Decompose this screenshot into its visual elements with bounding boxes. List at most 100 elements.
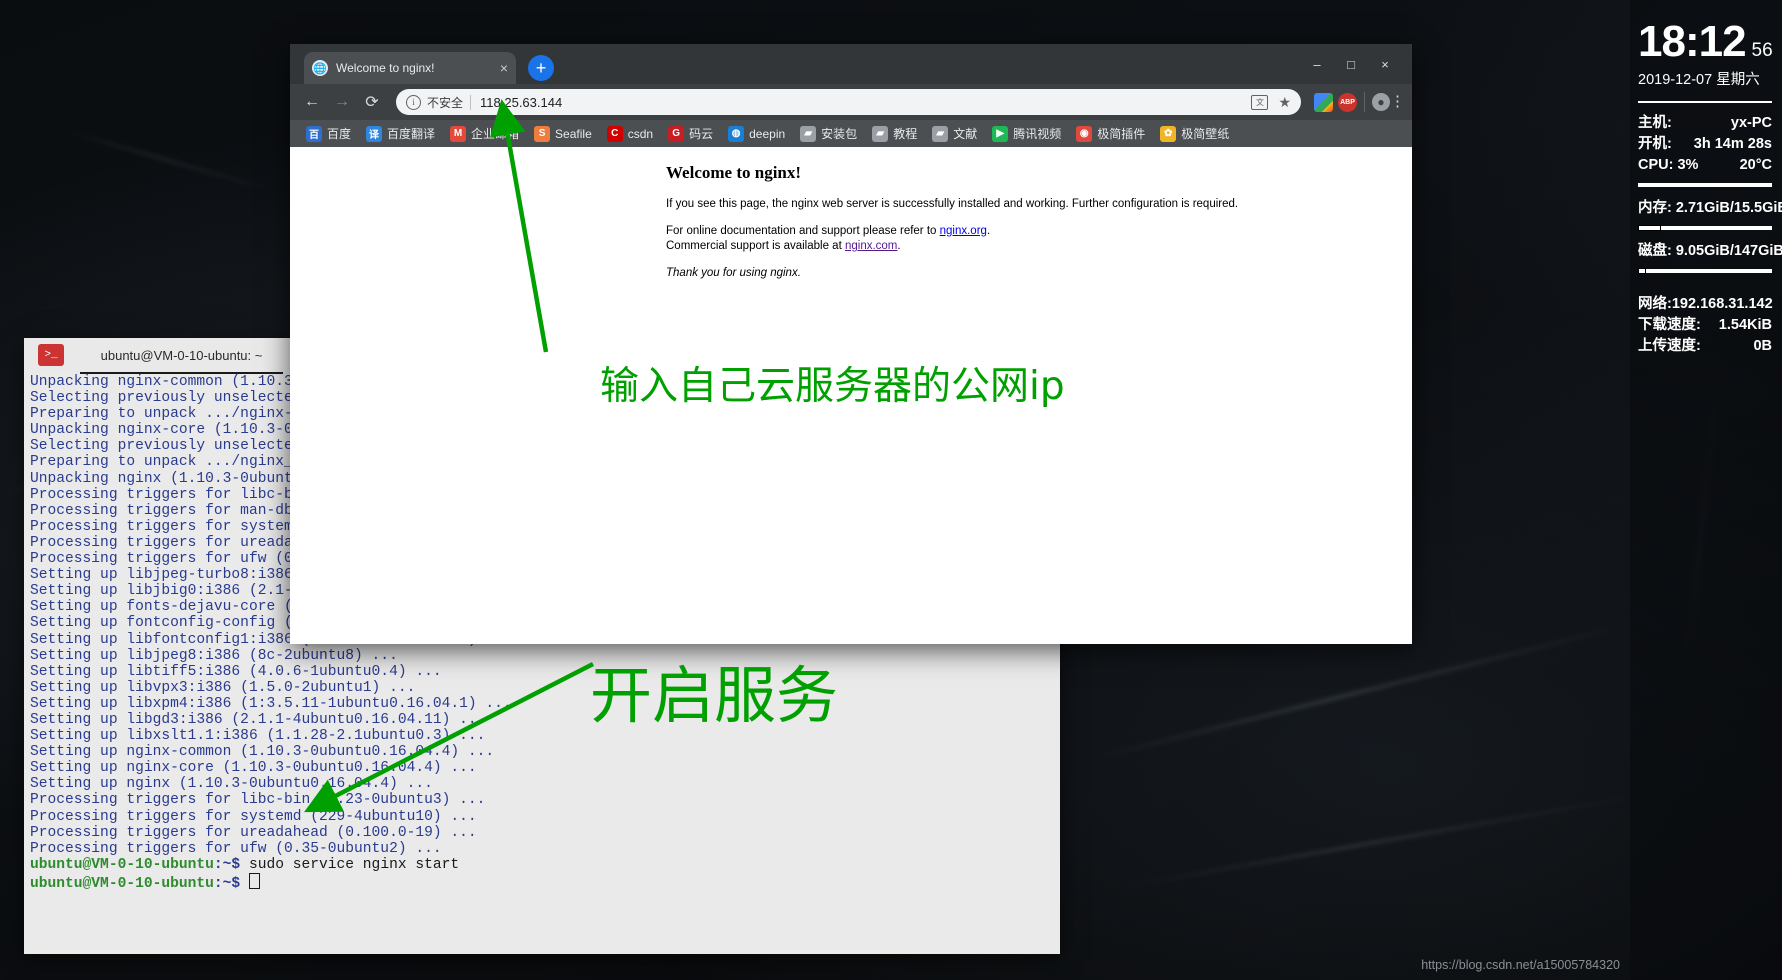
bookmark-item[interactable]: ◉ 极简插件 (1070, 123, 1151, 144)
info-icon[interactable]: i (406, 94, 421, 110)
gitee-icon: G (668, 125, 685, 142)
system-info-panel: 18:12 56 2019-12-07 星期六 主机: yx-PC 开机: 3h… (1630, 0, 1782, 980)
cpu-bar (1638, 183, 1772, 187)
bookmark-label: 安装包 (821, 127, 858, 141)
reload-button[interactable]: ⟳ (358, 88, 386, 116)
deepin-icon: ◍ (728, 125, 745, 142)
host-label: 主机: (1638, 115, 1672, 131)
terminal-line: Processing triggers for ufw (0.35-0ubunt… (30, 840, 442, 857)
prompt-user: ubuntu@VM-0-10-ubuntu (30, 875, 214, 892)
prompt-user: ubuntu@VM-0-10-ubuntu (30, 856, 214, 873)
browser-tab[interactable]: 🌐 Welcome to nginx! × (304, 52, 516, 84)
clock: 18:12 56 (1638, 20, 1773, 64)
prompt-path: :~$ (213, 875, 249, 892)
new-tab-button[interactable]: + (528, 55, 554, 81)
bookmark-item[interactable]: 百百度 (300, 123, 357, 144)
bookmark-item[interactable]: ◍ deepin (722, 124, 791, 144)
bookmark-item[interactable]: ▰ 文献 (926, 123, 983, 144)
close-icon[interactable]: × (500, 61, 508, 75)
bookmark-label: 文献 (953, 127, 978, 141)
nginx-com-link[interactable]: nginx.com (845, 240, 897, 252)
translate-icon[interactable]: 文 (1251, 94, 1269, 110)
terminal-command-line: ubuntu@VM-0-10-ubuntu:~$ sudo service ng… (30, 857, 1060, 873)
disk-text: 磁盘: 9.05GiB/147GiB (1638, 243, 1782, 259)
bookmark-item[interactable]: M 企业邮箱 (444, 123, 525, 144)
security-label: 不安全 (427, 95, 464, 110)
terminal-tab[interactable]: ubuntu@VM-0-10-ubuntu: ~ (80, 338, 283, 374)
download-label: 下载速度: (1638, 317, 1701, 333)
browser-toolbar: ← → ⟳ i 不安全 118.25.63.144 文 ★ ABP ● ⋮ (290, 84, 1412, 120)
seafile-icon: S (534, 125, 551, 142)
url-text[interactable]: 118.25.63.144 (480, 95, 562, 110)
page-title: Welcome to nginx! (666, 163, 802, 182)
address-bar[interactable]: i 不安全 118.25.63.144 文 ★ (396, 89, 1301, 115)
minimize-button[interactable]: ‒ (1300, 44, 1334, 84)
upload-label: 上传速度: (1638, 338, 1701, 354)
terminal-line: Processing triggers for ureadahead (0.10… (30, 824, 477, 841)
folder-icon: ▰ (932, 125, 949, 142)
bookmark-label: 腾讯视频 (1013, 127, 1062, 141)
bookmark-item[interactable]: ▰ 教程 (866, 123, 923, 144)
bookmark-label: 极简壁纸 (1181, 127, 1230, 141)
divider (1364, 92, 1365, 112)
bookmarks-bar: 百百度译百度翻译 M 企业邮箱 S Seafile Ccsdn G 码云 ◍ deepin ▰ 安装包… (290, 120, 1412, 147)
bookmark-label: 百度翻译 (387, 127, 436, 141)
cpu-label: CPU: 3% (1638, 157, 1699, 173)
terminal-icon: >_ (38, 344, 64, 366)
download-row: 下载速度: 1.54KiB (1638, 315, 1772, 336)
back-button[interactable]: ← (298, 88, 326, 116)
mail-icon: M (450, 125, 467, 142)
close-window-button[interactable]: × (1368, 44, 1402, 84)
page-content: Welcome to nginx! If you see this page, … (290, 147, 1412, 644)
adblock-plus-icon[interactable]: ABP (1338, 92, 1357, 112)
forward-button[interactable]: → (328, 88, 356, 116)
network-row: 网络: 192.168.31.142 (1638, 294, 1773, 315)
bookmark-label: 企业邮箱 (471, 127, 520, 141)
bookmark-item[interactable]: ▰ 安装包 (794, 123, 863, 144)
bookmark-item[interactable]: ✿ 极简壁纸 (1154, 123, 1235, 144)
folder-icon: ▰ (800, 125, 817, 142)
bookmark-item[interactable]: 译百度翻译 (360, 123, 441, 144)
terminal-cursor (248, 872, 260, 889)
chrome-menu-icon[interactable]: ⋮ (1390, 94, 1405, 109)
bookmark-label: 教程 (893, 127, 918, 141)
terminal-line: Processing triggers for libc-bin (2.23-0… (30, 792, 486, 809)
tab-title: Welcome to nginx! (336, 61, 435, 75)
divider (470, 94, 472, 110)
bookmark-label: csdn (627, 126, 654, 141)
page-paragraph-1: If you see this page, the nginx web serv… (666, 198, 1239, 210)
host-row: 主机: yx-PC (1638, 113, 1772, 134)
bookmark-item[interactable]: G 码云 (662, 123, 719, 144)
bookmark-item[interactable]: ▶ 腾讯视频 (986, 123, 1067, 144)
terminal-line: Setting up libtiff5:i386 (4.0.6-1ubuntu0… (30, 663, 442, 680)
uptime-label: 开机: (1638, 136, 1672, 152)
divider (1638, 101, 1772, 103)
host-value: yx-PC (1730, 115, 1772, 131)
paragraph-2-prefix: For online documentation and support ple… (666, 224, 940, 237)
memory-bar (1638, 225, 1772, 231)
nginx-org-link[interactable]: nginx.org (940, 225, 987, 237)
bookmark-star-icon[interactable]: ★ (1278, 94, 1291, 111)
cpu-row: CPU: 3% 20°C (1638, 155, 1772, 176)
terminal-active-prompt: ubuntu@VM-0-10-ubuntu:~$ (30, 872, 1060, 892)
bookmark-item[interactable]: S Seafile (528, 124, 598, 144)
folder-icon: ▰ (872, 125, 889, 142)
lightning-extension-icon[interactable] (1314, 92, 1333, 112)
page-paragraph-2: For online documentation and support ple… (666, 224, 1412, 255)
prompt-path: :~$ (213, 856, 249, 873)
chrome-browser-window[interactable]: 🌐 Welcome to nginx! × + ‒ □ × ← → ⟳ i 不安… (290, 44, 1412, 644)
download-value: 1.54KiB (1718, 317, 1772, 333)
page-thanks: Thank you for using nginx. (666, 266, 1412, 282)
terminal-line: Setting up libvpx3:i386 (1.5.0-2ubuntu1)… (30, 679, 416, 696)
bookmark-item[interactable]: Ccsdn (601, 124, 659, 144)
paragraph-2-suffix: . (986, 224, 991, 237)
bookmark-label: 百度 (327, 127, 352, 141)
disk-bar (1638, 268, 1772, 274)
terminal-line: Setting up libgd3:i386 (2.1.1-4ubuntu0.1… (30, 711, 486, 728)
maximize-button[interactable]: □ (1334, 44, 1368, 84)
terminal-line: Processing triggers for systemd (229-4ub… (30, 808, 477, 825)
paragraph-3-prefix: Commercial support is available at (666, 240, 845, 253)
thanks-text: Thank you for using nginx. (666, 266, 801, 279)
profile-avatar-icon[interactable]: ● (1372, 93, 1390, 111)
bookmark-label: Seafile (555, 126, 592, 141)
